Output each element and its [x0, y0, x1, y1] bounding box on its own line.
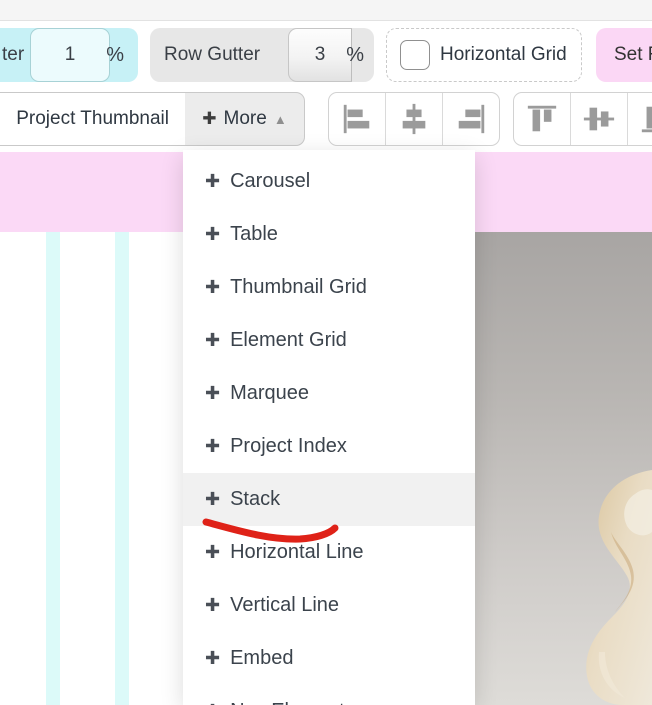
set-button-label: Set F: [614, 44, 652, 66]
align-left-icon: [340, 102, 374, 136]
plus-icon: ✚: [202, 109, 216, 129]
menu-item-nav-element[interactable]: ✚ Nav Element: [183, 685, 475, 705]
more-dropdown-menu: ✚ Carousel ✚ Table ✚ Thumbnail Grid ✚ Element G…: [183, 150, 475, 705]
row-gutter-label: Row Gutter: [164, 44, 260, 66]
horizontal-grid-toggle[interactable]: Horizontal Grid: [386, 28, 582, 82]
plus-icon: ✚: [205, 701, 220, 705]
chevron-up-icon: ▲: [274, 112, 287, 127]
column-gutter-unit: %: [106, 44, 124, 67]
project-thumbnail-label: Project Thumbnail: [16, 108, 169, 130]
menu-item-label: Table: [230, 223, 278, 246]
vertical-align-group: [513, 92, 652, 146]
plus-icon: ✚: [205, 595, 220, 616]
more-button-label: More: [224, 108, 267, 130]
menu-item-element-grid[interactable]: ✚ Element Grid: [183, 314, 475, 367]
plus-icon: ✚: [205, 542, 220, 563]
menu-item-label: Embed: [230, 647, 293, 670]
menu-item-label: Horizontal Line: [230, 541, 363, 564]
align-right-button[interactable]: [443, 93, 499, 145]
plus-icon: ✚: [205, 277, 220, 298]
menu-item-label: Carousel: [230, 170, 310, 193]
column-gutter-input[interactable]: 1: [30, 28, 110, 82]
menu-item-label: Thumbnail Grid: [230, 276, 367, 299]
window-top-strip: [0, 0, 652, 21]
align-center-horizontal-button[interactable]: [386, 93, 443, 145]
plus-icon: ✚: [205, 171, 220, 192]
menu-item-vertical-line[interactable]: ✚ Vertical Line: [183, 579, 475, 632]
align-bottom-button[interactable]: [628, 93, 652, 145]
set-button[interactable]: Set F: [596, 28, 652, 82]
menu-item-horizontal-line[interactable]: ✚ Horizontal Line: [183, 526, 475, 579]
menu-item-embed[interactable]: ✚ Embed: [183, 632, 475, 685]
plus-icon: ✚: [205, 224, 220, 245]
align-right-icon: [454, 102, 488, 136]
align-bottom-icon: [639, 102, 652, 136]
menu-item-label: Stack: [230, 488, 280, 511]
align-center-vertical-icon: [582, 102, 616, 136]
grid-controls-row: ter 1 % Row Gutter 3 % Horizontal Grid S…: [0, 21, 652, 91]
plus-icon: ✚: [205, 489, 220, 510]
align-top-icon: [525, 102, 559, 136]
statue-figure: [475, 232, 652, 705]
align-top-button[interactable]: [514, 93, 571, 145]
menu-item-table[interactable]: ✚ Table: [183, 208, 475, 261]
column-gutter-label: ter: [2, 44, 24, 66]
horizontal-align-group: [328, 92, 500, 146]
menu-item-label: Marquee: [230, 382, 309, 405]
menu-item-label: Vertical Line: [230, 594, 339, 617]
align-left-button[interactable]: [329, 93, 386, 145]
menu-item-carousel[interactable]: ✚ Carousel: [183, 155, 475, 208]
menu-item-label: Nav Element: [230, 700, 345, 705]
column-gutter-control: ter 1 %: [0, 28, 138, 82]
menu-item-marquee[interactable]: ✚ Marquee: [183, 367, 475, 420]
column-gutter-guide: [46, 232, 60, 705]
menu-item-stack[interactable]: ✚ Stack: [183, 473, 475, 526]
horizontal-grid-checkbox[interactable]: [400, 40, 430, 70]
more-button[interactable]: ✚ More ▲: [185, 92, 305, 146]
align-center-horizontal-icon: [397, 102, 431, 136]
row-gutter-input[interactable]: 3: [288, 28, 352, 82]
project-thumbnail-button[interactable]: Project Thumbnail: [0, 92, 186, 146]
plus-icon: ✚: [205, 436, 220, 457]
plus-icon: ✚: [205, 648, 220, 669]
menu-item-project-index[interactable]: ✚ Project Index: [183, 420, 475, 473]
plus-icon: ✚: [205, 383, 220, 404]
column-gutter-guide: [115, 232, 129, 705]
plus-icon: ✚: [205, 330, 220, 351]
insert-toolbar-row: Project Thumbnail ✚ More ▲: [0, 91, 652, 147]
row-gutter-unit: %: [346, 44, 364, 67]
menu-item-label: Element Grid: [230, 329, 347, 352]
statue-image[interactable]: [475, 232, 652, 705]
horizontal-grid-label: Horizontal Grid: [440, 44, 567, 66]
menu-item-label: Project Index: [230, 435, 347, 458]
menu-item-thumbnail-grid[interactable]: ✚ Thumbnail Grid: [183, 261, 475, 314]
align-center-vertical-button[interactable]: [571, 93, 628, 145]
row-gutter-control: Row Gutter 3 %: [150, 28, 374, 82]
